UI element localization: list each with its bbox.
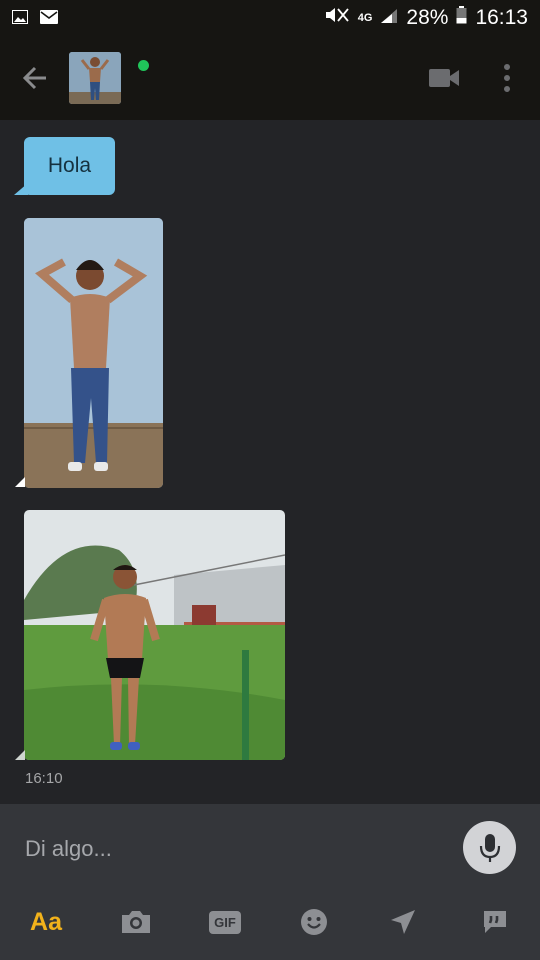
message-timestamp: 16:10 (25, 770, 63, 787)
location-button[interactable] (381, 900, 425, 944)
camera-button[interactable] (114, 900, 158, 944)
voice-message-button[interactable] (463, 821, 516, 874)
status-bar: 4G 28% 16:13 (0, 0, 540, 38)
microphone-icon (479, 833, 500, 862)
sticker-button[interactable] (292, 900, 336, 944)
text-format-label: Aa (30, 907, 62, 936)
bubble-tail (15, 477, 25, 487)
camera-icon (122, 911, 150, 933)
avatar[interactable] (69, 52, 121, 104)
location-icon (391, 910, 415, 934)
mail-icon (40, 10, 58, 29)
battery-percentage: 28% (406, 6, 449, 29)
quick-reply-button[interactable] (473, 900, 517, 944)
text-format-button[interactable]: Aa (24, 900, 68, 944)
composer: Di algo... Aa GIF (0, 804, 540, 960)
composer-toolbar: Aa GIF (0, 900, 540, 950)
message-input[interactable]: Di algo... (25, 836, 112, 862)
message-text: Hola (47, 154, 92, 177)
back-button[interactable] (20, 62, 52, 94)
clock: 16:13 (475, 6, 528, 29)
video-call-button[interactable] (428, 66, 460, 90)
back-arrow-icon (22, 66, 46, 90)
photo-message[interactable] (24, 218, 163, 488)
photo-image (24, 218, 163, 488)
message-list: Hola 16:10 (0, 120, 540, 804)
mute-icon (324, 6, 350, 30)
bubble-tail (14, 183, 28, 195)
signal-icon (380, 6, 398, 30)
network-type: 4G (357, 12, 373, 24)
text-message-bubble[interactable]: Hola (24, 137, 115, 195)
bubble-tail (15, 750, 25, 760)
more-options-button[interactable] (498, 62, 516, 96)
gallery-icon (12, 10, 28, 29)
gif-icon: GIF (209, 910, 241, 934)
gif-button[interactable]: GIF (203, 900, 247, 944)
video-camera-icon (429, 69, 459, 87)
quick-reply-icon (484, 911, 506, 933)
photo-message[interactable] (24, 510, 285, 760)
chat-header (0, 38, 540, 120)
more-vertical-icon (504, 64, 510, 92)
photo-image (24, 510, 285, 760)
battery-icon (456, 6, 467, 30)
smiley-icon (301, 909, 327, 935)
online-status-indicator (138, 60, 149, 71)
